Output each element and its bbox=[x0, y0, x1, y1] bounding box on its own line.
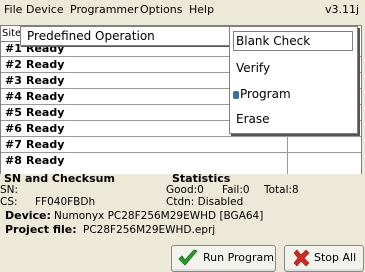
menu-item-verify[interactable]: Verify bbox=[236, 61, 270, 75]
site-status: Ready bbox=[26, 90, 65, 103]
site-status: Ready bbox=[26, 106, 65, 119]
menu-bar: File Device Programmer Options Help v3.1… bbox=[0, 0, 365, 21]
site-number: #4 bbox=[5, 90, 22, 103]
menu-options[interactable]: Options bbox=[140, 3, 182, 16]
menu-help[interactable]: Help bbox=[189, 3, 214, 16]
site-status: Ready bbox=[26, 138, 65, 151]
site-number: #3 bbox=[5, 74, 22, 87]
project-label: Project file: bbox=[5, 223, 77, 236]
stop-x-icon bbox=[293, 249, 310, 267]
site-number: #6 bbox=[5, 122, 22, 135]
sn-checksum-title: SN and Checksum bbox=[4, 172, 115, 185]
site-number: #2 bbox=[5, 58, 22, 71]
site-status: Ready bbox=[26, 58, 65, 71]
site-row[interactable]: #8 Ready bbox=[1, 153, 361, 168]
device-label: Device: bbox=[5, 209, 51, 222]
site-status: Ready bbox=[26, 154, 65, 167]
menu-item-erase[interactable]: Erase bbox=[236, 112, 270, 126]
stat-good: Good:0 bbox=[166, 184, 204, 196]
device-value: Numonyx PC28F256M29EWHD [BGA64] bbox=[54, 210, 264, 222]
predefined-operation-menu[interactable]: Predefined Operation bbox=[20, 26, 235, 46]
site-number: #5 bbox=[5, 106, 22, 119]
menu-item-program-label: Program bbox=[240, 87, 291, 101]
menu-item-blank-check[interactable]: Blank Check bbox=[233, 31, 353, 51]
stat-countdown: Ctdn: Disabled bbox=[166, 196, 244, 208]
selected-bullet-icon bbox=[233, 91, 239, 99]
cs-label: CS: bbox=[0, 196, 18, 208]
site-number: #8 bbox=[5, 154, 22, 167]
predefined-operation-label: Predefined Operation bbox=[27, 29, 155, 43]
site-status: Ready bbox=[26, 74, 65, 87]
menu-item-program[interactable]: Program bbox=[233, 87, 291, 101]
menu-device[interactable]: Device bbox=[26, 3, 64, 16]
menu-programmer[interactable]: Programmer bbox=[70, 3, 138, 16]
cs-value: FF040FBDh bbox=[35, 196, 96, 208]
stop-all-button[interactable]: Stop All bbox=[284, 245, 364, 272]
site-number: #7 bbox=[5, 138, 22, 151]
site-row[interactable]: #7 Ready bbox=[1, 137, 361, 153]
site-status: Ready bbox=[26, 122, 65, 135]
operation-submenu: Blank Check Verify Program Erase bbox=[229, 26, 358, 134]
check-icon bbox=[178, 249, 198, 266]
stat-total: Total:8 bbox=[264, 184, 299, 196]
sn-label: SN: bbox=[0, 184, 19, 196]
run-program-button[interactable]: Run Program bbox=[171, 245, 276, 272]
stop-all-label: Stop All bbox=[314, 251, 357, 264]
menu-file[interactable]: File bbox=[4, 3, 22, 16]
version-label: v3.11j bbox=[324, 3, 359, 16]
run-program-label: Run Program bbox=[203, 251, 275, 264]
project-value: PC28F256M29EWHD.eprj bbox=[83, 224, 216, 236]
stat-fail: Fail:0 bbox=[222, 184, 250, 196]
